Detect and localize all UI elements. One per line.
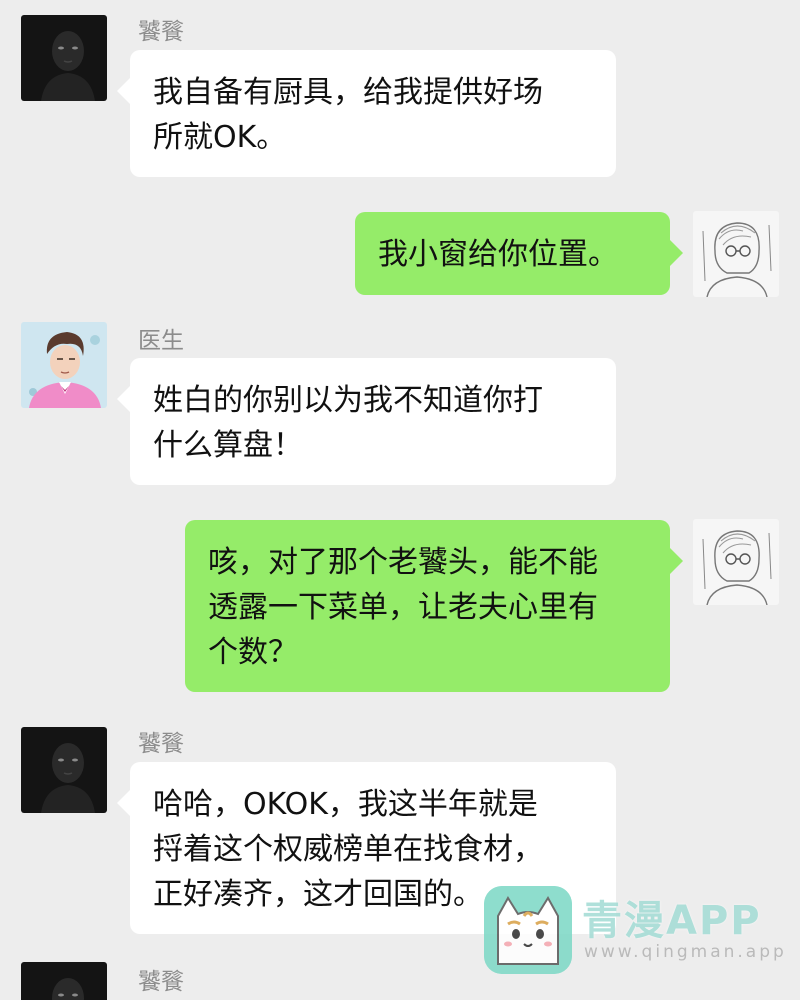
- sender-name: 饕餮: [138, 19, 184, 45]
- dark-figure-avatar[interactable]: [21, 727, 107, 813]
- sketch-character-avatar[interactable]: [693, 519, 779, 605]
- chat-view: 饕餮 我自备有厨具，给我提供好场 所就OK。 我小窗给你位置。 医生 姓白的你别…: [0, 0, 800, 1000]
- cat-logo-icon: [484, 886, 572, 974]
- watermark-url: www.qingman.app: [584, 942, 787, 962]
- sender-name: 饕餮: [138, 969, 184, 995]
- message-bubble-received[interactable]: 我自备有厨具，给我提供好场 所就OK。: [117, 50, 616, 177]
- sender-name: 饕餮: [138, 731, 184, 757]
- message-bubble-received[interactable]: 姓白的你别以为我不知道你打 什么算盘！: [117, 358, 616, 485]
- message-bubble-sent[interactable]: 我小窗给你位置。: [355, 212, 683, 295]
- doctor-avatar[interactable]: [21, 322, 107, 408]
- sketch-character-avatar[interactable]: [693, 211, 779, 297]
- watermark-title: 青漫APP: [582, 898, 762, 944]
- sender-name: 医生: [138, 328, 184, 354]
- watermark: 青漫APP www.qingman.app: [484, 886, 784, 976]
- message-bubble-sent[interactable]: 咳，对了那个老饕头，能不能 透露一下菜单，让老夫心里有 个数？: [185, 520, 683, 692]
- dark-figure-avatar[interactable]: [21, 15, 107, 101]
- dark-figure-avatar[interactable]: [21, 962, 107, 1000]
